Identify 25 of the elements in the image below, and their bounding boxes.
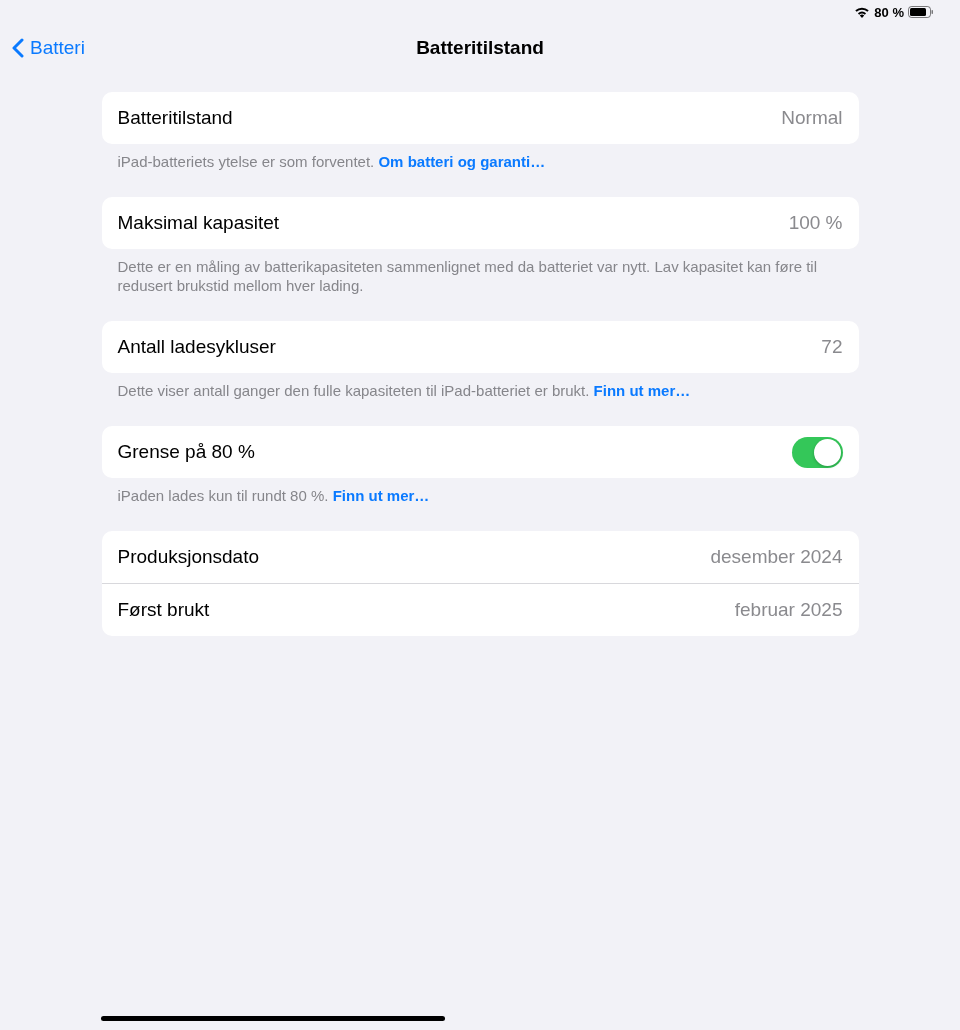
footer-text: Dette viser antall ganger den fulle kapasiteten til iPad-batteriet er brukt. Finn ut mer… (117, 381, 692, 400)
row-value: desember 2024 (710, 546, 843, 568)
page-title: Batteritilstand (416, 37, 544, 59)
footer-text: iPaden lades kun til rundt 80 %. Finn ut mer… (117, 486, 431, 505)
footer-text: iPad-batteriets ytelse er som forventet. Om batteri og garanti… (117, 152, 547, 171)
row-label: Maksimal kapasitet (117, 212, 280, 234)
row-label: Antall ladesykluser (117, 336, 276, 358)
toggle-switch[interactable] (791, 436, 843, 468)
back-button[interactable]: Batteri (12, 37, 85, 59)
footer-text: Dette er en måling av batterikapasiteten sammenlignet med da batteriet var nytt. Lav kapasitet kan føre til redusert brukstid mellom hver lading. (117, 257, 819, 295)
row-label: Batteritilstand (117, 107, 233, 129)
row-value: februar 2025 (734, 599, 843, 621)
row-label: Grense på 80 % (117, 441, 255, 463)
wifi-icon (854, 6, 871, 18)
battery-percentage: 80 % (874, 4, 904, 20)
row-label: Produksjonsdato (117, 546, 260, 568)
learn-more-link[interactable]: Om batteri og garanti… (378, 153, 546, 170)
chevron-left-icon (12, 38, 24, 58)
battery-icon (908, 6, 934, 18)
row-label: Først brukt (117, 599, 210, 621)
row-value: 72 (821, 336, 843, 358)
learn-more-link[interactable]: Finn ut mer… (593, 382, 691, 399)
row-value: 100 % (788, 212, 843, 234)
row-value: Normal (781, 107, 843, 129)
learn-more-link[interactable]: Finn ut mer… (332, 487, 430, 504)
